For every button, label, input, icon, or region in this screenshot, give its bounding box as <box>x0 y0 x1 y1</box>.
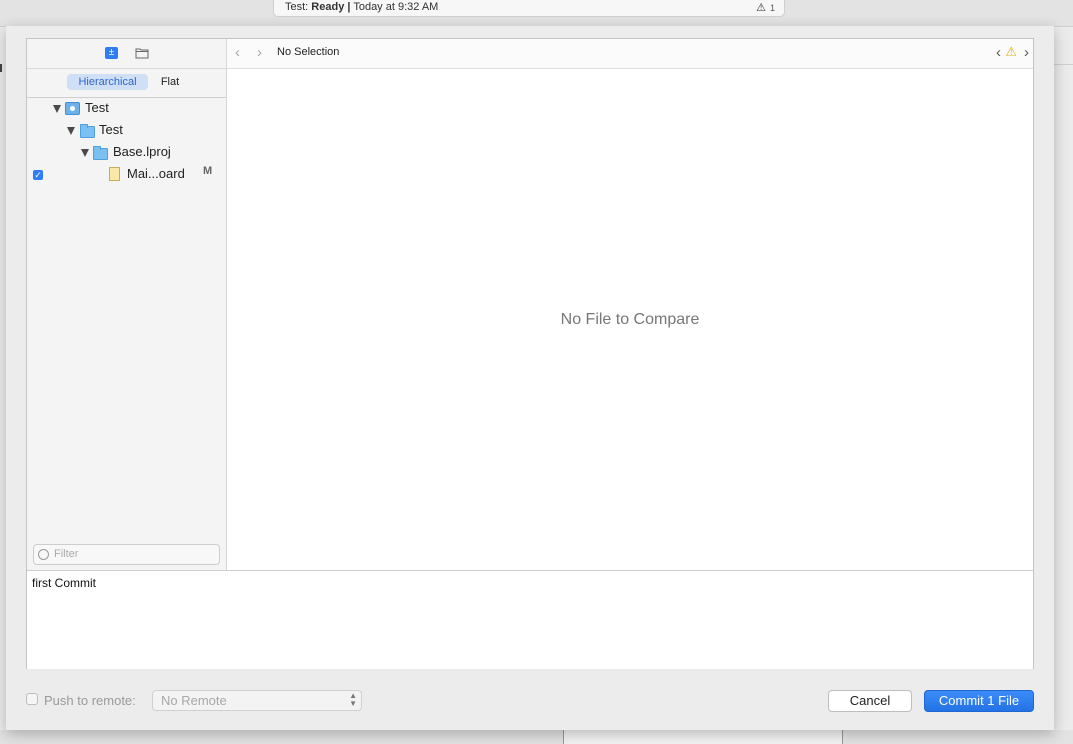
view-mode-segmented-control: Hierarchical Flat <box>27 68 226 98</box>
commit-message-text: first Commit <box>32 576 96 590</box>
background-pane <box>563 730 843 744</box>
tree-row-folder[interactable]: Base.lproj <box>27 142 226 162</box>
filter-input[interactable]: Filter <box>33 544 220 565</box>
project-icon <box>65 102 80 115</box>
jump-bar-title[interactable]: No Selection <box>277 46 339 58</box>
warning-icon[interactable]: ⚠ <box>1005 44 1017 60</box>
chevron-left-icon[interactable]: ‹ <box>235 44 240 61</box>
changed-files-sidebar: ± Hierarchical Flat Test Test Base.lproj… <box>27 39 227 570</box>
commit-message-field[interactable]: first Commit <box>27 570 1033 669</box>
filter-placeholder: Filter <box>54 548 79 560</box>
select-arrows-icon: ▲ ▼ <box>349 691 357 708</box>
background-marker <box>0 64 2 72</box>
empty-diff-message: No File to Compare <box>560 311 700 328</box>
modified-status-badge: M <box>203 165 213 177</box>
commit-content-frame: ± Hierarchical Flat Test Test Base.lproj… <box>26 38 1034 669</box>
push-to-remote-checkbox[interactable] <box>26 693 38 705</box>
warning-count: 1 <box>769 3 775 13</box>
chevron-right-icon[interactable]: › <box>257 44 262 61</box>
window-bottom-background <box>0 730 1073 744</box>
tree-row-folder[interactable]: Test <box>27 120 226 140</box>
segment-flat[interactable]: Flat <box>153 74 187 90</box>
tree-row-file[interactable]: Mai...oard <box>47 164 226 184</box>
source-control-navigator-icon[interactable]: ± <box>105 47 118 59</box>
folder-icon[interactable] <box>135 47 149 59</box>
tree-row-label: Mai...oard <box>127 166 185 181</box>
warning-icon[interactable]: ⚠ <box>756 1 766 14</box>
background-divider <box>1054 64 1073 65</box>
segment-hierarchical[interactable]: Hierarchical <box>67 74 148 90</box>
disclosure-triangle-icon[interactable] <box>67 127 75 135</box>
tree-row-project[interactable]: Test <box>27 98 226 118</box>
tree-row-label: Test <box>99 122 123 137</box>
folder-icon <box>80 124 95 138</box>
commit-sheet: ± Hierarchical Flat Test Test Base.lproj… <box>6 26 1054 730</box>
sidebar-toolbar: ± <box>27 39 226 69</box>
disclosure-triangle-icon[interactable] <box>53 105 61 113</box>
next-issue-icon[interactable]: › <box>1024 44 1029 61</box>
disclosure-triangle-icon[interactable] <box>81 149 89 157</box>
tree-row-label: Base.lproj <box>113 144 171 159</box>
commit-button[interactable]: Commit 1 File <box>924 690 1034 712</box>
activity-status-text: Test: Ready | Today at 9:32 AM <box>285 1 439 13</box>
cancel-button[interactable]: Cancel <box>828 690 912 712</box>
storyboard-file-icon <box>109 167 120 181</box>
remote-select-value: No Remote <box>161 693 227 708</box>
filter-icon <box>38 549 49 560</box>
jump-bar: ‹ › No Selection ‹ ⚠ › <box>227 39 1033 69</box>
push-to-remote-label: Push to remote: <box>44 693 136 708</box>
tree-row-label: Test <box>85 100 109 115</box>
include-file-checkbox[interactable]: ✓ <box>33 170 43 180</box>
remote-select[interactable]: No Remote ▲ ▼ <box>152 690 362 711</box>
previous-issue-icon[interactable]: ‹ <box>996 44 1001 61</box>
activity-viewer[interactable]: Test: Ready | Today at 9:32 AM ⚠ 1 <box>273 0 785 17</box>
folder-icon <box>93 146 108 160</box>
